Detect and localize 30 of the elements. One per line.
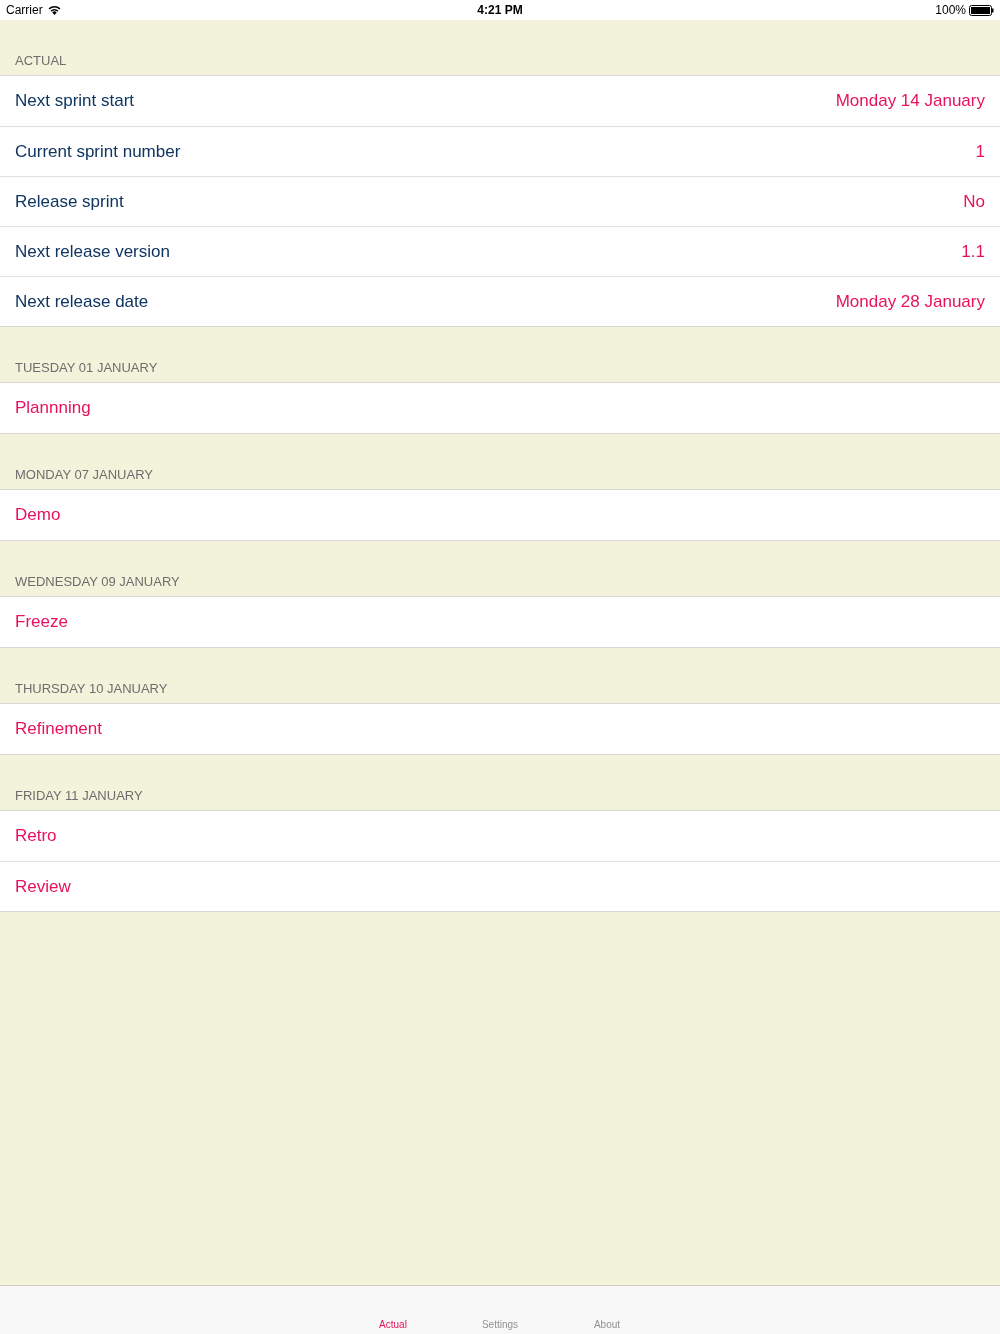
battery-icon bbox=[969, 4, 994, 16]
setting-value: Monday 14 January bbox=[835, 91, 985, 111]
tab[interactable]: About bbox=[578, 1319, 636, 1330]
event-label[interactable]: Retro bbox=[15, 826, 57, 846]
setting-value: 1.1 bbox=[961, 241, 985, 262]
section-header: WEDNESDAY 09 JANUARY bbox=[15, 574, 180, 589]
setting-label: Next release date bbox=[15, 291, 149, 312]
clock-time: 4:21 PM bbox=[477, 3, 523, 17]
event-label[interactable]: Refinement bbox=[15, 719, 102, 739]
section-header: THURSDAY 10 JANUARY bbox=[15, 681, 168, 696]
battery-percent: 100% bbox=[935, 3, 966, 17]
section-header: FRIDAY 11 JANUARY bbox=[15, 788, 143, 803]
setting-label: Current sprint number bbox=[15, 141, 181, 162]
event-label[interactable]: Freeze bbox=[15, 612, 68, 632]
tab[interactable]: Actual bbox=[364, 1319, 422, 1330]
setting-value: 1 bbox=[975, 141, 985, 162]
setting-value: No bbox=[963, 191, 985, 212]
carrier-label: Carrier bbox=[6, 3, 43, 17]
setting-label: Next release version bbox=[15, 241, 170, 262]
event-label[interactable]: Plannning bbox=[15, 398, 91, 418]
section-header: ACTUAL bbox=[15, 53, 67, 68]
wifi-icon bbox=[47, 5, 61, 15]
setting-label: Next sprint start bbox=[15, 91, 135, 111]
event-label[interactable]: Demo bbox=[15, 505, 61, 525]
section-header: TUESDAY 01 JANUARY bbox=[15, 360, 158, 375]
setting-label: Release sprint bbox=[15, 191, 124, 212]
setting-value: Monday 28 January bbox=[835, 291, 985, 312]
event-label[interactable]: Review bbox=[15, 876, 71, 897]
tab[interactable]: Settings bbox=[471, 1319, 529, 1330]
section-header: MONDAY 07 JANUARY bbox=[15, 467, 153, 482]
